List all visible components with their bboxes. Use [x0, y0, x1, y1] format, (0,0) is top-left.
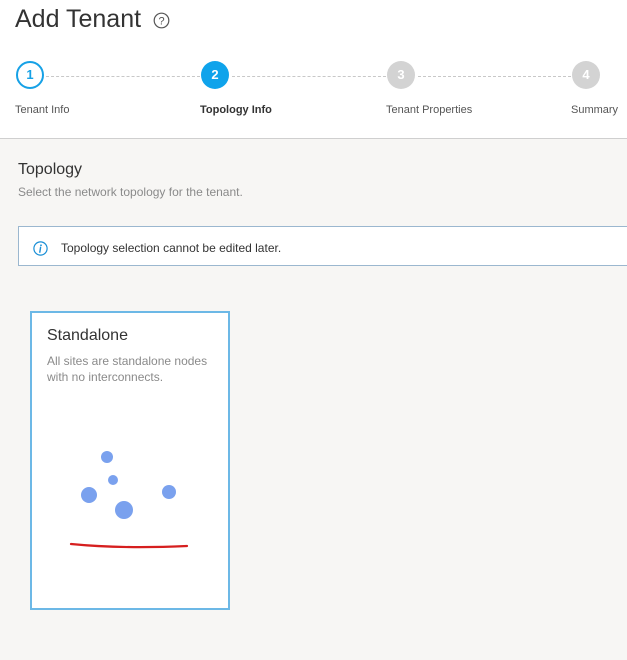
standalone-topology-diagram — [69, 451, 189, 549]
step-3-indicator: 3 — [387, 61, 415, 89]
topology-section: Topology Select the network topology for… — [0, 139, 627, 660]
site-node — [115, 501, 133, 519]
site-node — [108, 475, 118, 485]
step-connector — [232, 76, 386, 77]
site-node — [81, 487, 97, 503]
help-icon[interactable]: ? — [153, 12, 170, 29]
step-2-indicator[interactable]: 2 — [201, 61, 229, 89]
site-node — [162, 485, 176, 499]
step-connector — [46, 76, 200, 77]
step-2-label[interactable]: Topology Info — [200, 104, 272, 116]
step-1-indicator[interactable]: 1 — [16, 61, 44, 89]
annotation-underline — [69, 542, 189, 549]
svg-text:?: ? — [158, 16, 164, 28]
section-subtitle: Select the network topology for the tena… — [18, 185, 243, 199]
page-header: Add Tenant ? 1 2 3 4 Tenant Info Topolog… — [0, 0, 627, 139]
info-alert: Topology selection cannot be edited late… — [18, 226, 627, 266]
section-title: Topology — [18, 161, 83, 178]
standalone-topology-card[interactable]: Standalone All sites are standalone node… — [30, 311, 230, 610]
step-4-label: Summary — [571, 104, 619, 116]
step-connector — [418, 76, 571, 77]
step-3-label: Tenant Properties — [386, 104, 473, 116]
info-icon — [33, 241, 48, 256]
alert-text: Topology selection cannot be edited late… — [61, 241, 282, 255]
step-1-label[interactable]: Tenant Info — [15, 104, 69, 116]
page-title: Add Tenant — [15, 5, 142, 33]
step-4-indicator: 4 — [572, 61, 600, 89]
site-node — [101, 451, 113, 463]
